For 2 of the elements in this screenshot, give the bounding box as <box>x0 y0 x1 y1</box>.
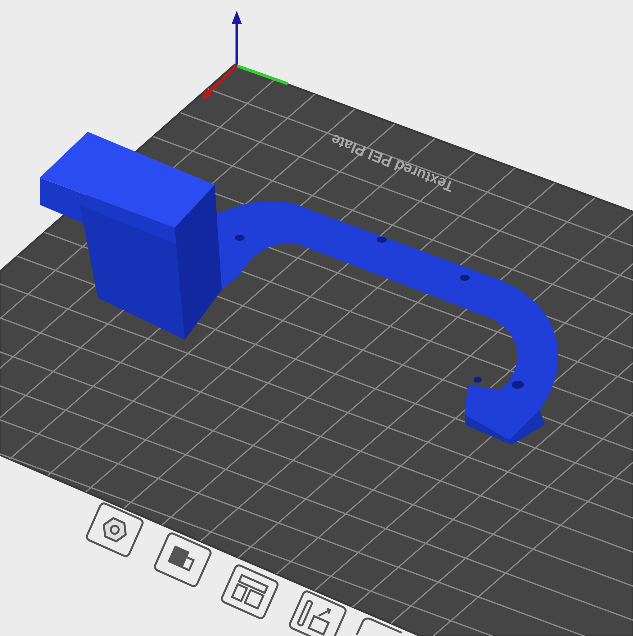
axes-icon <box>203 11 288 100</box>
button-outline[interactable] <box>356 618 402 636</box>
